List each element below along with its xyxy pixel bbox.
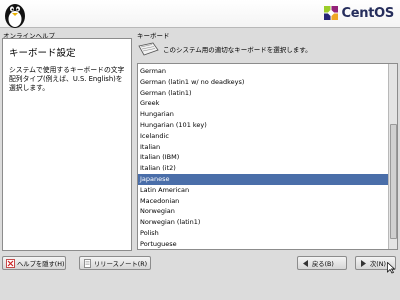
hide-help-button[interactable]: ヘルプを隠す(H) xyxy=(2,256,66,270)
release-notes-icon xyxy=(84,258,91,268)
arrow-left-icon xyxy=(303,259,308,267)
keyboard-list-item[interactable]: Italian xyxy=(138,142,389,153)
keyboard-list-item[interactable]: German (latin1 w/ no deadkeys) xyxy=(138,77,389,88)
keyboard-list-item[interactable]: Norwegian xyxy=(138,206,389,217)
keyboard-list-items: German German (latin1 w/ no deadkeys) Germ… xyxy=(138,66,389,249)
help-body: システムで使用するキーボードの文字配列タイプ(例えば、U.S. English)… xyxy=(9,66,125,92)
keyboard-list-item[interactable]: Greek xyxy=(138,98,389,109)
hide-help-label: ヘルプを隠す(H) xyxy=(17,260,65,268)
keyboard-list-item[interactable]: Japanese xyxy=(138,173,389,185)
keyboard-list-item[interactable]: Latin American xyxy=(138,185,389,196)
centos-mark-icon xyxy=(323,6,338,20)
keyboard-list-item[interactable]: Italian (IBM) xyxy=(138,152,389,163)
back-label: 戻る(B) xyxy=(312,260,334,268)
keyboard-list-item[interactable]: Polish xyxy=(138,228,389,239)
keyboard-list-item[interactable]: Macedonian xyxy=(138,196,389,207)
keyboard-list[interactable]: German German (latin1 w/ no deadkeys) Germ… xyxy=(137,63,398,250)
help-heading: キーボード設定 xyxy=(9,48,76,59)
intro-text: このシステム用の適切なキーボードを選択します。 xyxy=(163,46,312,54)
intro-row: このシステム用の適切なキーボードを選択します。 xyxy=(137,40,397,58)
arrow-right-icon xyxy=(361,259,366,267)
back-button[interactable]: 戻る(B) xyxy=(297,256,347,270)
keyboard-icon xyxy=(138,42,159,56)
scrollbar-thumb[interactable] xyxy=(390,124,397,239)
release-notes-label: リリースノート(R) xyxy=(94,260,148,268)
tux-penguin-icon xyxy=(5,4,25,28)
brand-name: CentOS xyxy=(341,5,395,21)
hide-help-icon xyxy=(6,258,15,268)
keyboard-list-item[interactable]: Hungarian (101 key) xyxy=(138,120,389,131)
centos-logo: CentOS xyxy=(323,4,394,22)
list-scrollbar[interactable] xyxy=(388,64,397,249)
help-panel: キーボード設定 システムで使用するキーボードの文字配列タイプ(例えば、U.S. … xyxy=(2,38,132,251)
keyboard-list-item[interactable]: Portuguese xyxy=(138,239,389,249)
keyboard-list-item[interactable]: Hungarian xyxy=(138,109,389,120)
mouse-cursor-icon xyxy=(387,262,395,274)
keyboard-list-item[interactable]: German xyxy=(138,66,389,77)
keyboard-list-item[interactable]: Icelandic xyxy=(138,131,389,142)
release-notes-button[interactable]: リリースノート(R) xyxy=(79,256,151,270)
page-title: キーボード xyxy=(137,32,170,40)
keyboard-list-item[interactable]: German (latin1) xyxy=(138,88,389,99)
keyboard-list-item[interactable]: Norwegian (latin1) xyxy=(138,217,389,228)
next-label: 次(N) xyxy=(370,260,386,268)
installer-header: CentOS xyxy=(0,0,400,28)
keyboard-list-item[interactable]: Italian (it2) xyxy=(138,163,389,174)
